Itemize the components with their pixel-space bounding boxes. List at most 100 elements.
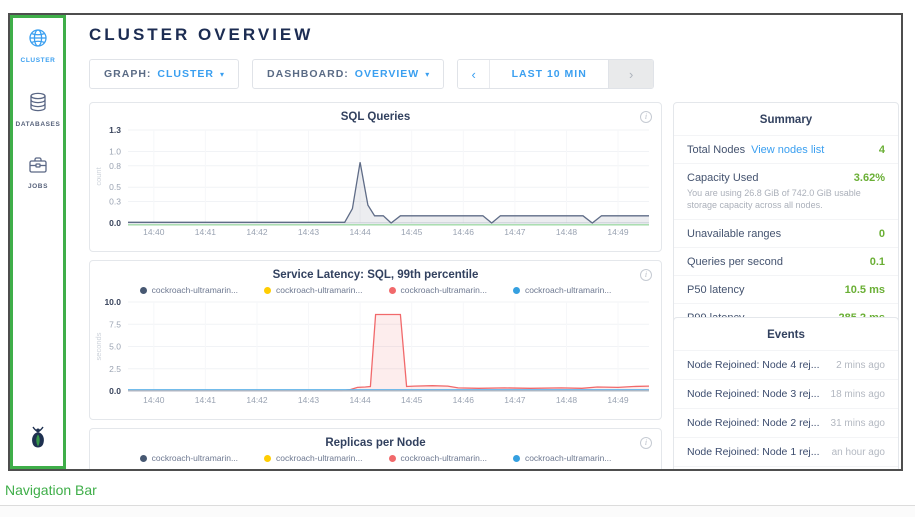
replicas-per-node-chart-panel: Replicas per Node i cockroach-ultramarin…	[89, 428, 662, 471]
svg-text:14:41: 14:41	[195, 395, 217, 405]
chart-title: SQL Queries	[90, 111, 661, 123]
svg-text:400: 400	[107, 469, 121, 471]
event-row: Node Rejoined: Node 2 rej... 31 mins ago	[674, 408, 898, 437]
svg-text:seconds: seconds	[94, 332, 103, 360]
series-dot-icon	[264, 455, 271, 462]
summary-row-qps: Queries per second 0.1	[674, 247, 898, 275]
time-range-label[interactable]: LAST 10 MIN	[490, 60, 608, 88]
time-prev-button[interactable]: ‹	[458, 60, 490, 88]
event-row: Node Rejoined: Node 3 rej... 18 mins ago	[674, 379, 898, 408]
legend-item: cockroach-ultramarin...	[264, 285, 362, 295]
page-title: CLUSTER OVERVIEW	[89, 25, 313, 45]
globe-icon	[28, 28, 48, 53]
summary-row-unavailable-ranges: Unavailable ranges 0	[674, 219, 898, 247]
event-row: Node Rejoined: Node 4 rej... an hour ago	[674, 466, 898, 471]
svg-text:5.0: 5.0	[109, 342, 121, 352]
capacity-subtext: You are using 26.8 GiB of 742.0 GiB usab…	[674, 187, 898, 219]
legend-item: cockroach-ultramarin...	[140, 453, 238, 463]
service-latency-chart: 10.07.55.02.50.014:4014:4114:4214:4314:4…	[92, 297, 657, 407]
main-content: CLUSTER OVERVIEW GRAPH: CLUSTER ▾ DASHBO…	[66, 15, 901, 469]
summary-value: 10.5 ms	[845, 284, 885, 296]
svg-text:0.5: 0.5	[109, 182, 121, 192]
svg-text:1.3: 1.3	[109, 125, 121, 135]
summary-panel: Summary Total Nodes View nodes list 4 Ca…	[673, 102, 899, 337]
svg-text:0.8: 0.8	[109, 161, 121, 171]
sql-queries-chart-panel: SQL Queries i 1.31.00.80.50.30.014:4014:…	[89, 102, 662, 252]
briefcase-icon	[28, 156, 48, 179]
chart-legend: cockroach-ultramarin... cockroach-ultram…	[90, 453, 661, 463]
series-dot-icon	[140, 287, 147, 294]
svg-text:0.3: 0.3	[109, 197, 121, 207]
replicas-per-node-chart: 400	[92, 465, 657, 471]
chevron-down-icon: ▾	[425, 70, 429, 79]
svg-text:0.0: 0.0	[109, 218, 121, 228]
summary-value: 4	[879, 144, 885, 156]
info-icon[interactable]: i	[640, 437, 652, 449]
svg-text:14:43: 14:43	[298, 227, 320, 237]
app-window: CLUSTER DATABASES	[8, 13, 903, 471]
svg-text:14:44: 14:44	[349, 227, 371, 237]
info-icon[interactable]: i	[640, 269, 652, 281]
event-row: Node Rejoined: Node 1 rej... an hour ago	[674, 437, 898, 466]
series-dot-icon	[140, 455, 147, 462]
svg-text:14:48: 14:48	[556, 227, 578, 237]
svg-text:14:40: 14:40	[143, 395, 165, 405]
sidebar-item-databases[interactable]: DATABASES	[13, 92, 63, 128]
sidebar-item-label: CLUSTER	[21, 57, 56, 64]
svg-text:14:42: 14:42	[246, 227, 268, 237]
view-nodes-list-link[interactable]: View nodes list	[751, 144, 824, 156]
svg-text:1.0: 1.0	[109, 147, 121, 157]
series-dot-icon	[389, 287, 396, 294]
summary-row-total-nodes: Total Nodes View nodes list 4	[674, 135, 898, 163]
legend-item: cockroach-ultramarin...	[389, 285, 487, 295]
chevron-down-icon: ▾	[220, 70, 224, 79]
svg-text:14:42: 14:42	[246, 395, 268, 405]
event-row: Node Rejoined: Node 4 rej... 2 mins ago	[674, 350, 898, 379]
svg-text:14:48: 14:48	[556, 395, 578, 405]
legend-item: cockroach-ultramarin...	[264, 453, 362, 463]
sidebar-item-jobs[interactable]: JOBS	[13, 156, 63, 190]
legend-item: cockroach-ultramarin...	[513, 285, 611, 295]
summary-title: Summary	[674, 103, 898, 135]
svg-text:10.0: 10.0	[104, 297, 121, 307]
svg-text:count: count	[94, 166, 103, 185]
svg-text:7.5: 7.5	[109, 319, 121, 329]
service-latency-chart-panel: Service Latency: SQL, 99th percentile i …	[89, 260, 662, 420]
svg-text:14:45: 14:45	[401, 395, 423, 405]
dashboard-dropdown[interactable]: DASHBOARD: OVERVIEW ▾	[252, 59, 444, 89]
legend-item: cockroach-ultramarin...	[513, 453, 611, 463]
screenshot-stage: CLUSTER DATABASES	[0, 0, 915, 517]
svg-text:14:47: 14:47	[504, 227, 526, 237]
time-range-picker: ‹ LAST 10 MIN ›	[457, 59, 654, 89]
cockroachdb-logo-icon[interactable]	[26, 424, 50, 456]
svg-text:14:46: 14:46	[453, 395, 475, 405]
dashboard-dropdown-label: DASHBOARD:	[267, 68, 349, 80]
graph-dropdown-label: GRAPH:	[104, 68, 151, 80]
series-dot-icon	[513, 287, 520, 294]
dashboard-dropdown-value: OVERVIEW	[355, 68, 419, 80]
summary-value: 0.1	[870, 256, 885, 268]
sidebar-item-label: DATABASES	[16, 121, 61, 128]
svg-text:14:41: 14:41	[195, 227, 217, 237]
svg-text:14:49: 14:49	[607, 227, 629, 237]
toolbar: GRAPH: CLUSTER ▾ DASHBOARD: OVERVIEW ▾ ‹…	[89, 59, 654, 89]
graph-dropdown[interactable]: GRAPH: CLUSTER ▾	[89, 59, 239, 89]
svg-text:14:43: 14:43	[298, 395, 320, 405]
svg-text:14:46: 14:46	[453, 227, 475, 237]
sidebar-item-cluster[interactable]: CLUSTER	[13, 28, 63, 64]
svg-text:14:49: 14:49	[607, 395, 629, 405]
chart-title: Service Latency: SQL, 99th percentile	[90, 269, 661, 281]
events-panel: Events Node Rejoined: Node 4 rej... 2 mi…	[673, 317, 899, 471]
below-divider-area	[0, 506, 915, 517]
info-icon[interactable]: i	[640, 111, 652, 123]
summary-value: 0	[879, 228, 885, 240]
series-dot-icon	[513, 455, 520, 462]
svg-text:0.0: 0.0	[109, 386, 121, 396]
time-next-button-disabled[interactable]: ›	[608, 60, 653, 88]
chart-title: Replicas per Node	[90, 437, 661, 449]
legend-item: cockroach-ultramarin...	[389, 453, 487, 463]
svg-text:14:44: 14:44	[349, 395, 371, 405]
graph-dropdown-value: CLUSTER	[157, 68, 214, 80]
summary-value: 3.62%	[854, 172, 885, 184]
annotation-navigation-bar-label: Navigation Bar	[5, 482, 97, 498]
